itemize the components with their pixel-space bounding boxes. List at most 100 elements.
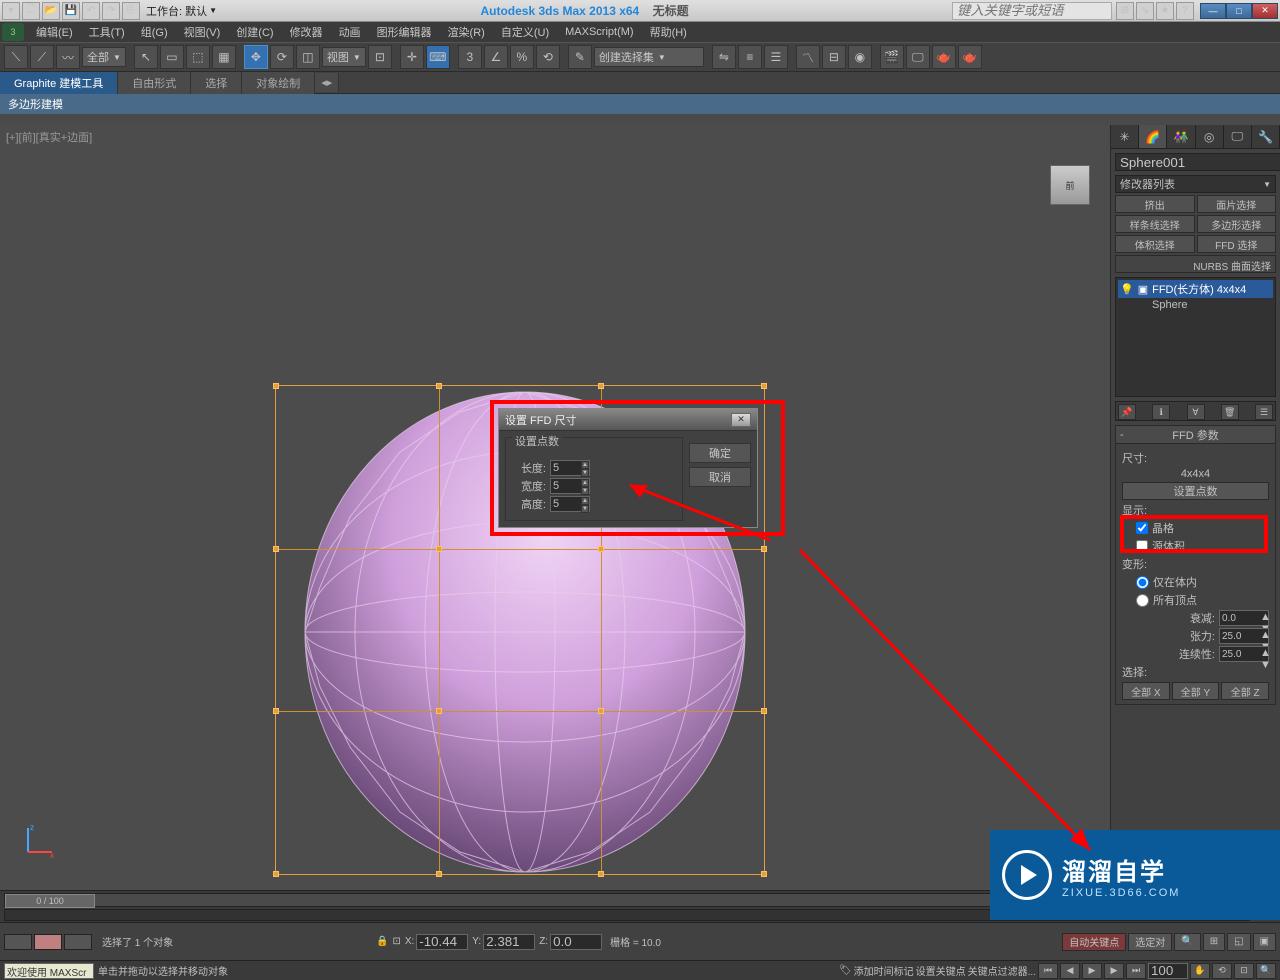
manipulate-icon[interactable]: ✛	[400, 45, 424, 69]
spinner-snap-icon[interactable]: ⟲	[536, 45, 560, 69]
menu-group[interactable]: 组(G)	[133, 22, 176, 42]
prev-frame-icon[interactable]: ◀	[1060, 963, 1080, 979]
pin-stack-icon[interactable]: 📌	[1118, 404, 1136, 420]
menu-create[interactable]: 创建(C)	[228, 22, 281, 42]
menu-views[interactable]: 视图(V)	[176, 22, 229, 42]
scale-tool-icon[interactable]: ◫	[296, 45, 320, 69]
close-button[interactable]: ✕	[1252, 3, 1278, 19]
dialog-close-button[interactable]: ✕	[731, 413, 751, 427]
width-spinner[interactable]: ▲▼	[550, 478, 590, 494]
nav-max-toggle-icon[interactable]: ⊡	[1234, 963, 1254, 979]
nav-zoom2-icon[interactable]: 🔍	[1256, 963, 1276, 979]
nav-zoom-extents-icon[interactable]: ◱	[1227, 933, 1250, 951]
goto-end-icon[interactable]: ⏭	[1126, 963, 1146, 979]
cancel-button[interactable]: 取消	[689, 467, 751, 487]
app-menu-button[interactable]: ▾	[2, 2, 20, 20]
help-search-input[interactable]	[952, 2, 1112, 20]
time-tag-icon[interactable]: 🏷	[839, 965, 852, 976]
minimize-button[interactable]: —	[1200, 3, 1226, 19]
snap-3-icon[interactable]: 3	[458, 45, 482, 69]
auto-key-button[interactable]: 自动关键点	[1062, 933, 1126, 951]
align-icon[interactable]: ≡	[738, 45, 762, 69]
rotate-tool-icon[interactable]: ⟳	[270, 45, 294, 69]
angle-snap-icon[interactable]: ∠	[484, 45, 508, 69]
percent-snap-icon[interactable]: %	[510, 45, 534, 69]
selection-filter-dropdown[interactable]: 全部▼	[82, 47, 126, 67]
modifier-stack[interactable]: 💡 ▣ FFD(长方体) 4x4x4 Sphere	[1115, 277, 1276, 397]
display-tab-icon[interactable]: 🖵	[1224, 125, 1252, 148]
menu-customize[interactable]: 自定义(U)	[493, 22, 557, 42]
edit-named-sel-icon[interactable]: ✎	[568, 45, 592, 69]
rollout-header[interactable]: -FFD 参数	[1116, 426, 1275, 444]
select-by-name-icon[interactable]: ▭	[160, 45, 184, 69]
current-frame-input[interactable]	[1148, 963, 1188, 979]
nav-pan-icon[interactable]: ✋	[1190, 963, 1210, 979]
length-spinner[interactable]: ▲▼	[550, 460, 590, 476]
bind-space-warp-icon[interactable]: 〰	[56, 45, 80, 69]
rendered-frame-icon[interactable]: 🖵	[906, 45, 930, 69]
nav-orbit-icon[interactable]: ⟲	[1212, 963, 1232, 979]
all-x-button[interactable]: 全部 X	[1122, 682, 1170, 700]
layers-icon[interactable]: ☰	[764, 45, 788, 69]
lightbulb-icon[interactable]: 💡	[1120, 283, 1134, 296]
select-region-icon[interactable]: ⬚	[186, 45, 210, 69]
ribbon-expand-icon[interactable]: ◂▸	[315, 73, 339, 92]
new-icon[interactable]: 🗋	[22, 2, 40, 20]
utilities-tab-icon[interactable]: 🔧	[1252, 125, 1280, 148]
ref-coord-dropdown[interactable]: 视图▼	[322, 47, 366, 67]
create-tab-icon[interactable]: ✳	[1111, 125, 1139, 148]
move-tool-icon[interactable]: ✥	[244, 45, 268, 69]
menu-tools[interactable]: 工具(T)	[81, 22, 133, 42]
track-color-0[interactable]	[4, 934, 32, 950]
menu-rendering[interactable]: 渲染(R)	[440, 22, 493, 42]
link-icon[interactable]: ⎘	[122, 2, 140, 20]
unlink-tool-icon[interactable]: ⟋	[30, 45, 54, 69]
lock-selection-icon[interactable]: 🔒	[376, 936, 388, 947]
mirror-icon[interactable]: ⇋	[712, 45, 736, 69]
ribbon-tab-freeform[interactable]: 自由形式	[118, 72, 191, 94]
selset-ffd[interactable]: FFD 选择	[1197, 235, 1277, 253]
help-icon[interactable]: ?	[1176, 2, 1194, 20]
app-logo-icon[interactable]: 3	[2, 23, 24, 41]
schematic-view-icon[interactable]: ⊟	[822, 45, 846, 69]
source-vol-checkbox[interactable]	[1136, 540, 1148, 552]
ribbon-tab-selection[interactable]: 选择	[191, 72, 242, 94]
goto-start-icon[interactable]: ⏮	[1038, 963, 1058, 979]
isolate-icon[interactable]: ⊡	[392, 936, 400, 947]
tension-spinner[interactable]: ▲▼	[1219, 628, 1269, 644]
selected-obj-dropdown[interactable]: 选定对	[1128, 933, 1172, 951]
link-tool-icon[interactable]: ⟍	[4, 45, 28, 69]
coord-z-input[interactable]	[550, 934, 602, 950]
set-points-button[interactable]: 设置点数	[1122, 482, 1269, 500]
workspace-chevron-down-icon[interactable]: ▼	[209, 6, 217, 15]
menu-maxscript[interactable]: MAXScript(M)	[557, 24, 641, 40]
plus-icon[interactable]: ▣	[1138, 283, 1148, 296]
maxscript-mini-listener[interactable]: 欢迎使用 MAXScr	[4, 963, 94, 979]
track-color-1[interactable]	[34, 934, 62, 950]
render-setup-icon[interactable]: 🎬	[880, 45, 904, 69]
selset-poly[interactable]: 多边形选择	[1197, 215, 1277, 233]
named-selection-dropdown[interactable]: 创建选择集▼	[594, 47, 704, 67]
render-icon[interactable]: 🫖	[932, 45, 956, 69]
render-production-icon[interactable]: 🫖	[958, 45, 982, 69]
dialog-titlebar[interactable]: 设置 FFD 尺寸 ✕	[499, 409, 757, 431]
coord-y-input[interactable]	[483, 934, 535, 950]
nav-zoom-icon[interactable]: 🔍	[1174, 933, 1200, 951]
menu-edit[interactable]: 编辑(E)	[28, 22, 81, 42]
curve-editor-icon[interactable]: 〽	[796, 45, 820, 69]
stack-item-ffd[interactable]: 💡 ▣ FFD(长方体) 4x4x4	[1118, 280, 1273, 298]
all-y-button[interactable]: 全部 Y	[1172, 682, 1220, 700]
arrow-icon[interactable]: ↘	[1136, 2, 1154, 20]
selset-spline[interactable]: 样条线选择	[1115, 215, 1195, 233]
all-verts-radio[interactable]	[1136, 594, 1149, 607]
star-icon[interactable]: ★	[1156, 2, 1174, 20]
motion-tab-icon[interactable]: ◎	[1196, 125, 1224, 148]
continuity-spinner[interactable]: ▲▼	[1219, 646, 1269, 662]
height-spinner[interactable]: ▲▼	[550, 496, 590, 512]
menu-animation[interactable]: 动画	[331, 22, 369, 42]
undo-icon[interactable]: ↶	[82, 2, 100, 20]
object-name-input[interactable]	[1115, 153, 1280, 171]
in-volume-radio[interactable]	[1136, 576, 1149, 589]
coord-x-input[interactable]	[416, 934, 468, 950]
keyboard-shortcut-icon[interactable]: ⌨	[426, 45, 450, 69]
